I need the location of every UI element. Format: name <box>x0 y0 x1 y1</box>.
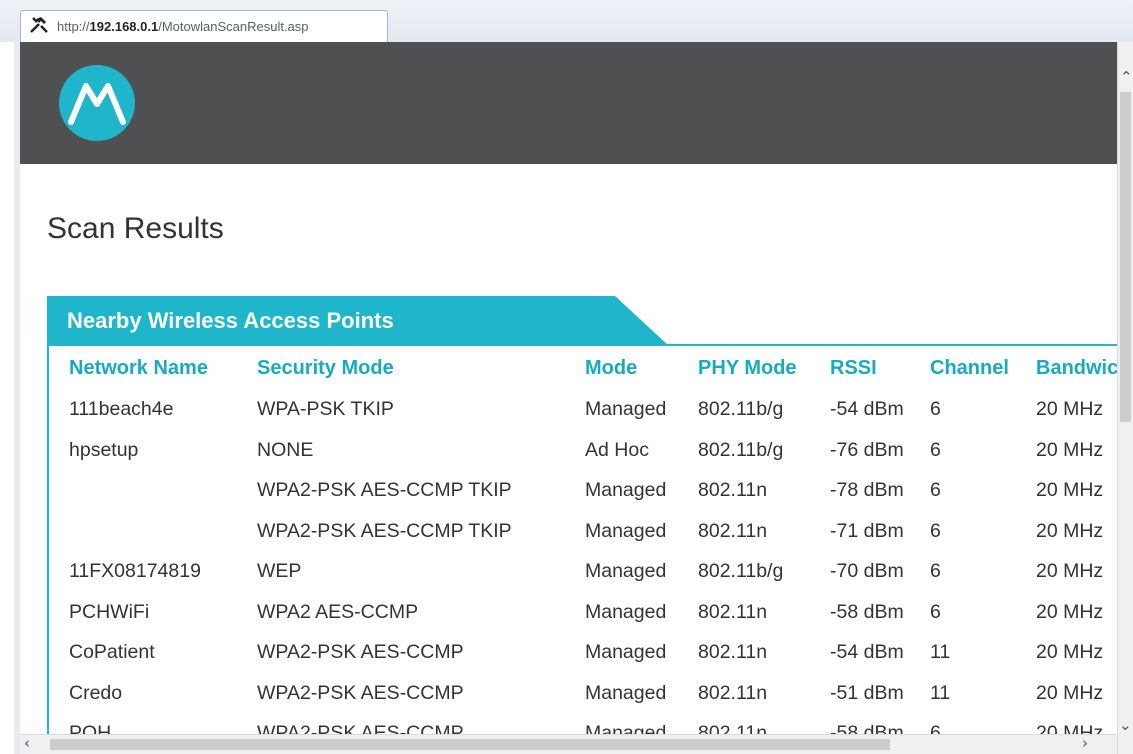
cell-channel: 6 <box>930 438 941 461</box>
cell-channel: 6 <box>930 479 941 501</box>
cell-mode: Managed <box>585 600 667 623</box>
cell-network-name: CoPatient <box>69 641 155 663</box>
vertical-scrollbar[interactable]: ⌃ ⌄ <box>1117 42 1133 754</box>
cell-rssi: -78 dBm <box>830 479 904 501</box>
cell-bandwidth: 20 MHz <box>1036 722 1104 734</box>
cell-rssi: -71 dBm <box>830 519 904 542</box>
horizontal-scrollbar[interactable]: ‹ › <box>20 734 1117 754</box>
cell-network-name: PCHWiFi <box>69 600 150 623</box>
cell-rssi: -54 dBm <box>830 641 904 663</box>
cell-rssi: -70 dBm <box>830 560 904 582</box>
cell-rssi: -58 dBm <box>830 600 904 623</box>
cell-security-mode: WPA-PSK TKIP <box>257 398 394 420</box>
browser-titlebar: http://192.168.0.1/MotowlanScanResult.as… <box>0 0 1133 42</box>
cell-channel: 11 <box>930 681 951 704</box>
cell-bandwidth: 20 MHz <box>1036 479 1104 501</box>
column-header-mode: Mode <box>585 357 638 379</box>
cell-network-name: 111beach4e <box>69 398 174 420</box>
column-header-channel: Channel <box>930 357 1009 379</box>
cell-security-mode: WPA2-PSK AES-CCMP TKIP <box>257 519 512 542</box>
cell-security-mode: WPA2-PSK AES-CCMP <box>257 722 464 734</box>
cell-channel: 6 <box>930 722 941 734</box>
cell-security-mode: NONE <box>257 438 314 461</box>
cell-security-mode: WPA2 AES-CCMP <box>257 600 419 623</box>
cell-rssi: -54 dBm <box>830 398 904 420</box>
chevron-down-icon[interactable]: ⌄ <box>1119 716 1132 734</box>
address-url: http://192.168.0.1/MotowlanScanResult.as… <box>57 19 309 34</box>
column-header-phy-mode: PHY Mode <box>698 357 797 379</box>
cell-bandwidth: 20 MHz <box>1036 398 1104 420</box>
cell-rssi: -58 dBm <box>830 722 904 734</box>
cell-rssi: -51 dBm <box>830 681 904 704</box>
page-title: Scan Results <box>47 212 224 245</box>
cell-bandwidth: 20 MHz <box>1036 600 1104 623</box>
column-header-bandwidth: Bandwic <box>1036 357 1117 379</box>
vertical-scroll-thumb[interactable] <box>1120 92 1131 422</box>
cell-phy-mode: 802.11n <box>698 519 768 542</box>
cell-network-name: POH <box>69 722 112 734</box>
chevron-right-icon[interactable]: › <box>1082 734 1088 752</box>
cell-phy-mode: 802.11b/g <box>698 438 784 461</box>
cell-bandwidth: 20 MHz <box>1036 438 1104 461</box>
cell-security-mode: WEP <box>257 560 302 582</box>
cell-bandwidth: 20 MHz <box>1036 641 1104 663</box>
cell-network-name: hpsetup <box>69 438 139 461</box>
cell-mode: Managed <box>585 722 667 734</box>
cell-phy-mode: 802.11n <box>698 641 768 663</box>
chevron-up-icon[interactable]: ⌃ <box>1120 68 1133 86</box>
cell-channel: 6 <box>930 519 941 542</box>
cell-mode: Managed <box>585 519 667 542</box>
cell-phy-mode: 802.11n <box>698 479 768 501</box>
cell-channel: 11 <box>930 641 951 663</box>
cell-bandwidth: 20 MHz <box>1036 681 1104 704</box>
page-header <box>20 42 1117 164</box>
cell-mode: Managed <box>585 398 667 420</box>
cell-phy-mode: 802.11n <box>698 722 768 734</box>
cell-bandwidth: 20 MHz <box>1036 560 1104 582</box>
panel-title: Nearby Wireless Access Points <box>67 308 394 333</box>
cell-security-mode: WPA2-PSK AES-CCMP <box>257 641 464 663</box>
cell-phy-mode: 802.11n <box>698 600 768 623</box>
address-bar[interactable]: http://192.168.0.1/MotowlanScanResult.as… <box>20 10 388 42</box>
panel-header: Nearby Wireless Access Points <box>47 296 669 346</box>
cell-network-name: Credo <box>69 681 123 704</box>
column-header-network-name: Network Name <box>69 357 208 379</box>
cell-rssi: -76 dBm <box>830 438 904 461</box>
cell-mode: Managed <box>585 641 667 663</box>
cell-phy-mode: 802.11n <box>698 681 768 704</box>
cell-channel: 6 <box>930 560 941 582</box>
cell-network-name: 11FX08174819 <box>69 560 201 582</box>
cell-security-mode: WPA2-PSK AES-CCMP <box>257 681 464 704</box>
cell-phy-mode: 802.11b/g <box>698 398 784 420</box>
cell-mode: Managed <box>585 479 667 501</box>
cell-channel: 6 <box>930 398 941 420</box>
chevron-left-icon[interactable]: ‹ <box>24 734 30 752</box>
cell-mode: Ad Hoc <box>585 438 649 461</box>
column-header-security-mode: Security Mode <box>257 357 394 379</box>
cell-mode: Managed <box>585 681 667 704</box>
cell-mode: Managed <box>585 560 667 582</box>
motorola-logo[interactable] <box>58 64 136 142</box>
horizontal-scroll-thumb[interactable] <box>50 739 890 750</box>
tools-icon <box>30 17 48 33</box>
cell-phy-mode: 802.11b/g <box>698 560 784 582</box>
cell-security-mode: WPA2-PSK AES-CCMP TKIP <box>257 479 512 501</box>
column-header-rssi: RSSI <box>830 357 877 379</box>
cell-channel: 6 <box>930 600 941 623</box>
access-points-table: Network Name Security Mode Mode PHY Mode RSS… <box>20 344 1117 734</box>
cell-bandwidth: 20 MHz <box>1036 519 1104 542</box>
